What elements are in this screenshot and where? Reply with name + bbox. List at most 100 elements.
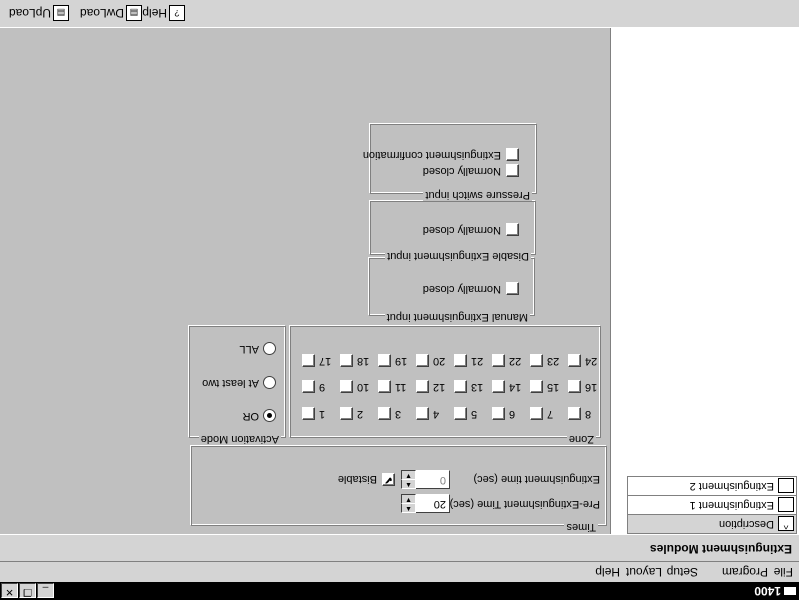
help-icon: ? xyxy=(169,5,185,21)
extinguishment-time-label: Extinguishment time (sec) xyxy=(473,473,600,485)
zone-checkbox-9[interactable] xyxy=(302,380,315,393)
module-list-panel xyxy=(610,26,799,534)
zone-group-title: Zone xyxy=(566,433,596,445)
list-item[interactable]: Extinguishment 2 xyxy=(627,476,797,496)
title-bar: 1400 _ ❐ ✕ xyxy=(0,582,799,600)
upload-icon: ▤ xyxy=(53,5,69,21)
menu-file[interactable]: File xyxy=(774,565,793,579)
manual-input-group: Manual Extinguishment input Normally clo… xyxy=(369,258,535,323)
app-icon xyxy=(784,587,796,595)
zone-checkbox-13[interactable] xyxy=(454,380,467,393)
zone-label-22: 22 xyxy=(509,355,522,367)
zone-checkbox-18[interactable] xyxy=(340,354,353,367)
activation-mode-title: Activation Mode xyxy=(198,433,281,445)
manual-input-title: Manual Extinguishment input xyxy=(384,311,530,323)
spin-down-button[interactable]: ▼ xyxy=(401,470,416,480)
zone-checkbox-4[interactable] xyxy=(416,407,429,420)
menu-bar: File Program Setup Layout Help xyxy=(0,562,799,582)
zone-label-23: 23 xyxy=(547,355,560,367)
spin-up-button[interactable]: ▲ xyxy=(401,479,416,489)
zone-checkbox-11[interactable] xyxy=(378,380,391,393)
menu-help[interactable]: Help xyxy=(595,565,620,579)
zone-label-10: 10 xyxy=(357,381,370,393)
zone-checkbox-3[interactable] xyxy=(378,407,391,420)
zone-label-15: 15 xyxy=(547,381,560,393)
zone-label-2: 2 xyxy=(357,408,364,420)
zone-label-24: 24 xyxy=(585,355,598,367)
zone-checkbox-1[interactable] xyxy=(302,407,315,420)
zone-checkbox-23[interactable] xyxy=(530,354,543,367)
sort-arrow-icon: ^ xyxy=(778,516,794,531)
zone-label-4: 4 xyxy=(433,408,440,420)
manual-normally-closed-label: Normally closed xyxy=(422,283,501,295)
zone-label-9: 9 xyxy=(319,381,326,393)
zone-checkbox-16[interactable] xyxy=(568,380,581,393)
manual-normally-closed-checkbox[interactable] xyxy=(506,282,519,295)
menu-program[interactable]: Program xyxy=(722,565,768,579)
spin-down-button[interactable]: ▼ xyxy=(401,494,416,504)
zone-checkbox-20[interactable] xyxy=(416,354,429,367)
pre-extinguishment-label: Pre-Extinguishment Time (sec) xyxy=(449,498,600,510)
zone-checkbox-19[interactable] xyxy=(378,354,391,367)
zone-checkbox-22[interactable] xyxy=(492,354,505,367)
zone-checkbox-7[interactable] xyxy=(530,407,543,420)
zone-label-5: 5 xyxy=(471,408,478,420)
zone-checkbox-8[interactable] xyxy=(568,407,581,420)
bistable-checkbox[interactable]: ✔ xyxy=(382,473,395,486)
app-window: 1400 _ ❐ ✕ File Program Setup Layout Hel… xyxy=(0,0,799,600)
zone-checkbox-5[interactable] xyxy=(454,407,467,420)
close-button[interactable]: ✕ xyxy=(1,583,18,598)
zone-checkbox-21[interactable] xyxy=(454,354,467,367)
radio-all-label: ALL xyxy=(239,343,259,355)
list-item-label: Extinguishment 2 xyxy=(689,480,774,492)
pressure-normally-closed-checkbox[interactable] xyxy=(506,164,519,177)
section-header: Extinguishment Modules xyxy=(0,534,799,562)
zone-label-20: 20 xyxy=(433,355,446,367)
zone-checkbox-15[interactable] xyxy=(530,380,543,393)
menu-setup[interactable]: Setup xyxy=(667,565,698,579)
restore-button[interactable]: ❐ xyxy=(19,583,36,598)
radio-all[interactable] xyxy=(263,342,276,355)
zone-checkbox-6[interactable] xyxy=(492,407,505,420)
disable-normally-closed-checkbox[interactable] xyxy=(506,223,519,236)
zone-checkbox-10[interactable] xyxy=(340,380,353,393)
zone-label-6: 6 xyxy=(509,408,516,420)
minimize-button[interactable]: _ xyxy=(37,583,54,598)
menu-layout[interactable]: Layout xyxy=(626,565,662,579)
pressure-input-group: Pressure switch input Normally closed Ex… xyxy=(363,124,537,201)
zone-checkbox-12[interactable] xyxy=(416,380,429,393)
zone-label-19: 19 xyxy=(395,355,408,367)
zone-label-11: 11 xyxy=(395,381,407,393)
zone-label-13: 13 xyxy=(471,381,484,393)
zone-label-14: 14 xyxy=(509,381,522,393)
module-icon xyxy=(778,497,794,512)
disable-normally-closed-label: Normally closed xyxy=(422,224,501,236)
radio-or-label: OR xyxy=(242,410,260,422)
extinguishment-confirmation-label: Extinguishment confirmation xyxy=(362,149,501,161)
radio-at-least-two[interactable] xyxy=(263,376,276,389)
extinguishment-confirmation-checkbox[interactable] xyxy=(506,148,519,161)
zone-label-7: 7 xyxy=(547,408,554,420)
zone-checkbox-2[interactable] xyxy=(340,407,353,420)
zone-label-17: 17 xyxy=(319,355,332,367)
pre-extinguishment-input[interactable]: 20 xyxy=(415,494,450,513)
list-header[interactable]: ^ Description xyxy=(627,514,797,534)
upload-button-label: UpLoad xyxy=(8,6,51,20)
module-list: ^ Description Extinguishment 1 Extinguis… xyxy=(627,476,797,534)
zone-label-3: 3 xyxy=(395,408,402,420)
zone-checkbox-24[interactable] xyxy=(568,354,581,367)
spin-up-button[interactable]: ▲ xyxy=(401,503,416,513)
list-item[interactable]: Extinguishment 1 xyxy=(627,495,797,515)
module-icon xyxy=(778,478,794,493)
extinguishment-time-input[interactable]: 0 xyxy=(415,470,450,489)
extinguishment-time-spinner: 0 ▲ ▼ xyxy=(400,470,450,489)
pre-extinguishment-spinner: 20 ▲ ▼ xyxy=(400,494,450,513)
radio-or[interactable] xyxy=(263,409,276,422)
toolbar: ? Help ▤ DwLoad ▤ UpLoad xyxy=(0,0,799,28)
zone-label-18: 18 xyxy=(357,355,370,367)
times-group-title: Times xyxy=(564,521,598,533)
help-button-label: Help xyxy=(142,6,167,20)
zone-checkbox-14[interactable] xyxy=(492,380,505,393)
zone-checkbox-17[interactable] xyxy=(302,354,315,367)
zone-label-16: 16 xyxy=(585,381,598,393)
